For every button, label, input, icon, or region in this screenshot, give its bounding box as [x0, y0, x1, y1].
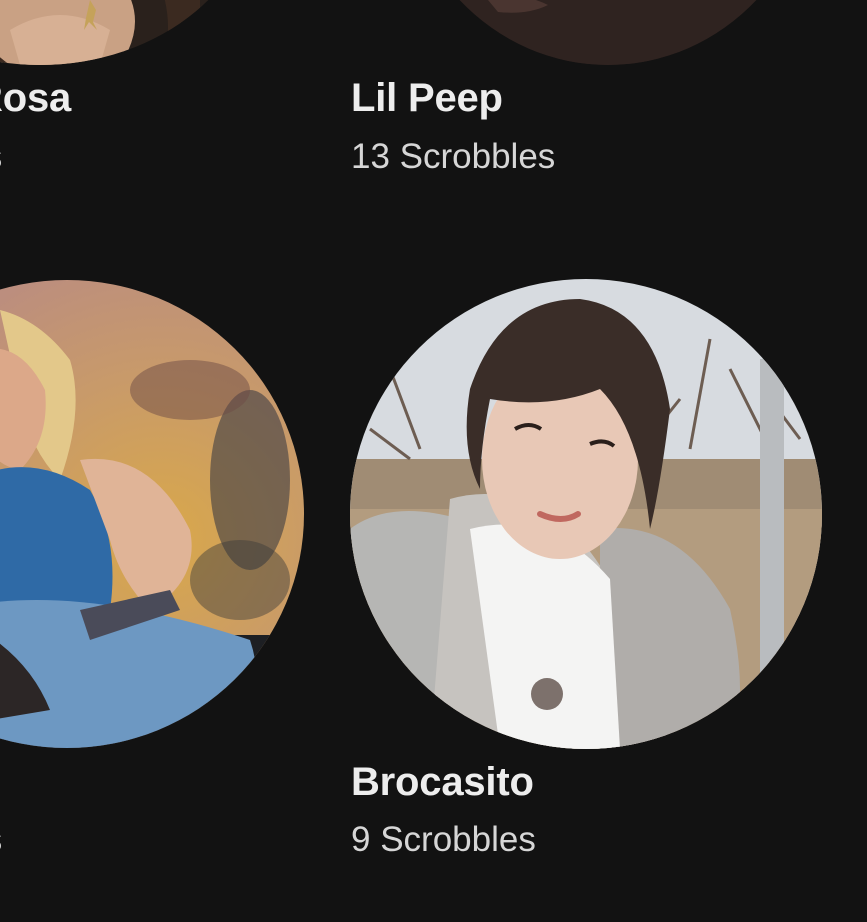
- artist-image[interactable]: [398, 0, 818, 65]
- scrobble-count: 13 Scrobbles: [351, 137, 556, 176]
- scrobble-count: bles: [0, 820, 2, 860]
- artist-name: Brocasito: [351, 760, 534, 804]
- artist-image[interactable]: [0, 0, 260, 65]
- scrobble-count: 9 Scrobbles: [351, 820, 536, 859]
- scrobble-count: bles: [0, 137, 2, 177]
- artist-image[interactable]: [0, 280, 304, 748]
- artist-image[interactable]: [350, 279, 822, 749]
- artist-name: Lil Peep: [351, 76, 503, 120]
- artists-grid: aRosa bles Lil Peep 13 Scrobbles: [0, 0, 867, 922]
- artist-name: aRosa: [0, 76, 72, 120]
